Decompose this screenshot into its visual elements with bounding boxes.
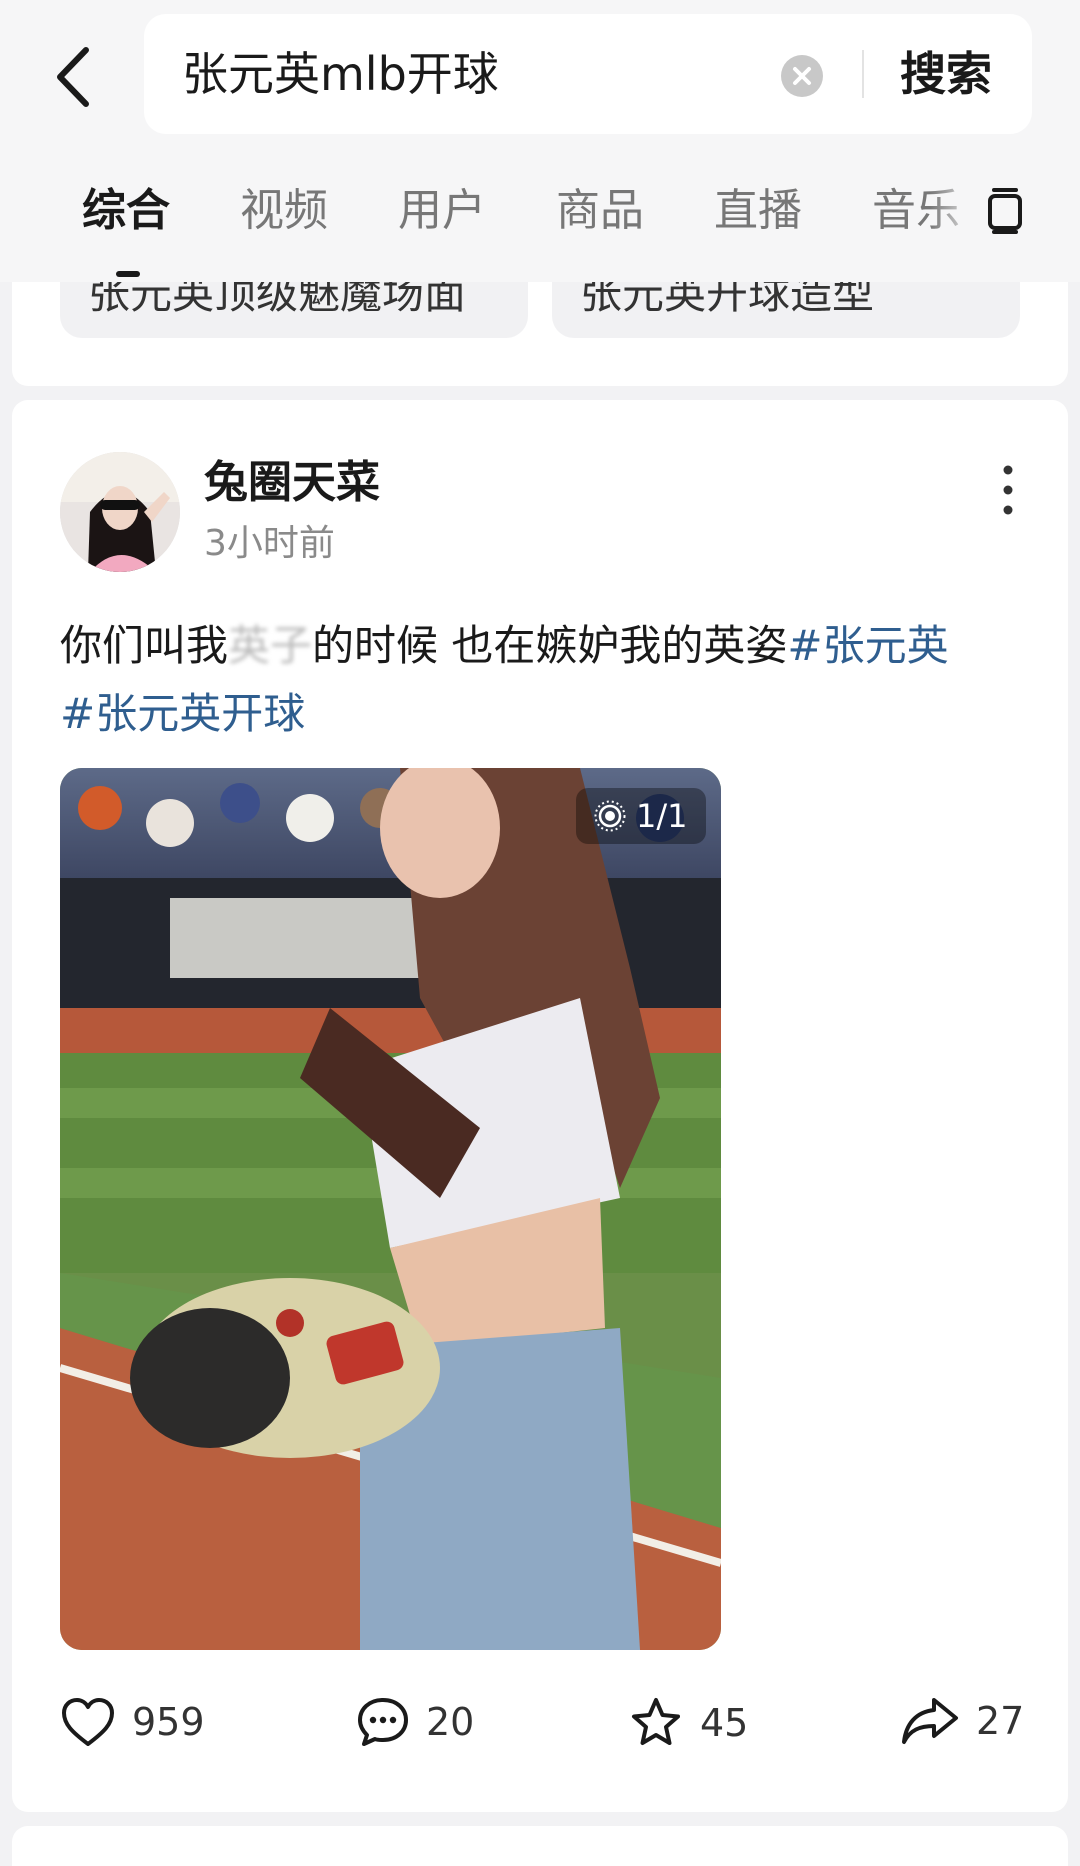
blurred-text: 英子 — [228, 621, 313, 670]
search-query[interactable]: 张元英mlb开球 — [182, 46, 499, 102]
tab-products[interactable]: 商品 — [556, 184, 644, 238]
live-photo-icon — [594, 800, 626, 832]
more-vertical-icon[interactable] — [996, 460, 1020, 520]
hashtag-link[interactable]: #张元英 — [787, 621, 948, 670]
post-time: 3小时前 — [204, 523, 335, 564]
tab-users[interactable]: 用户 — [398, 184, 486, 238]
tab-comprehensive[interactable]: 综合 — [82, 184, 170, 238]
post-media[interactable]: 1/1 — [60, 768, 721, 1650]
search-button[interactable]: 搜索 — [900, 46, 992, 102]
hashtag-link[interactable]: #张元英开球 — [60, 689, 305, 738]
star-icon — [632, 1698, 680, 1745]
like-count: 959 — [132, 1700, 205, 1744]
post-text: 你们叫我英子的时候 也在嫉妒我的英姿#张元英 #张元英开球 — [60, 612, 1040, 748]
post-text-part: 你们叫我 — [60, 621, 229, 670]
post-card[interactable]: 兔圈天菜 3小时前 你们叫我英子的时候 也在嫉妒我的英姿#张元英 #张元英开球 — [12, 400, 1068, 1812]
tab-video[interactable]: 视频 — [240, 184, 328, 238]
favorite-button[interactable]: 45 — [628, 1696, 748, 1750]
next-card — [12, 1826, 1068, 1866]
avatar[interactable] — [60, 452, 180, 572]
search-input[interactable]: 张元英mlb开球 搜索 — [144, 14, 1032, 134]
tab-live[interactable]: 直播 — [714, 184, 802, 238]
search-divider — [862, 50, 864, 98]
top-bar: 张元英mlb开球 搜索 综合 视频 用户 商品 直播 音乐 — [0, 0, 1080, 282]
share-button[interactable]: 27 — [900, 1696, 1024, 1746]
media-counter: 1/1 — [576, 788, 706, 844]
clear-icon[interactable] — [781, 55, 823, 97]
like-button[interactable]: 959 — [60, 1696, 205, 1748]
comment-icon — [358, 1698, 408, 1746]
action-bar: 959 20 45 27 — [12, 1696, 1068, 1776]
comment-count: 20 — [426, 1700, 475, 1744]
share-count: 27 — [976, 1699, 1025, 1743]
layout-icon[interactable] — [984, 186, 1028, 236]
tab-indicator — [116, 271, 140, 277]
share-icon — [902, 1698, 958, 1744]
media-counter-text: 1/1 — [636, 797, 688, 835]
post-text-part: 的时候 也在嫉妒我的英姿 — [312, 621, 788, 670]
author-name[interactable]: 兔圈天菜 — [204, 456, 380, 510]
back-arrow-icon[interactable] — [52, 42, 112, 112]
tab-fade — [930, 180, 980, 250]
heart-icon — [62, 1698, 114, 1746]
favorite-count: 45 — [700, 1701, 749, 1745]
comment-button[interactable]: 20 — [356, 1696, 474, 1748]
